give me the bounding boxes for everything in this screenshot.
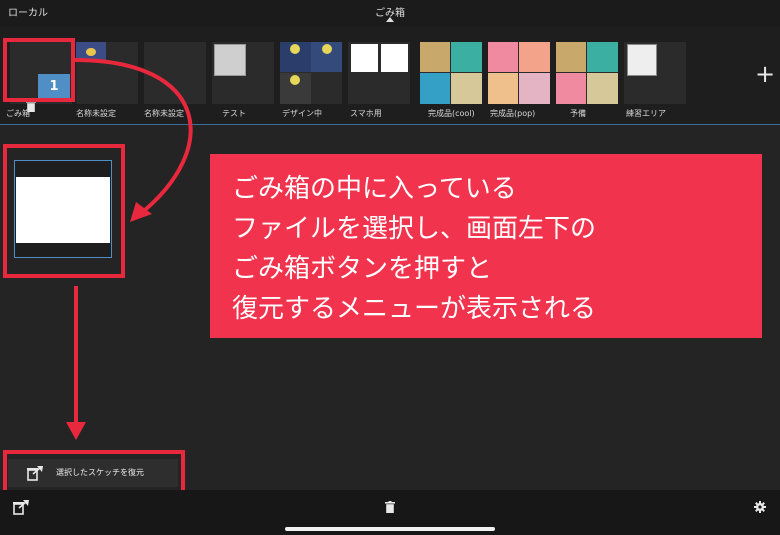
annotation-arrowhead	[66, 422, 86, 440]
callout-line: ファイルを選択し、画面左下の	[232, 214, 597, 244]
callout-line: ごみ箱ボタンを押すと	[232, 254, 493, 284]
trash-icon[interactable]	[385, 501, 395, 513]
annotation-arrow-curved	[74, 58, 193, 216]
restore-icon	[27, 466, 43, 481]
gear-icon[interactable]	[754, 501, 766, 513]
annotation-callout: ごみ箱の中に入っている ファイルを選択し、画面左下の ごみ箱ボタンを押すと 復元…	[210, 154, 762, 338]
home-indicator	[285, 527, 495, 531]
restore-sketch-label: 選択したスケッチを復元	[56, 468, 144, 477]
callout-line: 復元するメニューが表示される	[232, 294, 597, 324]
callout-line: ごみ箱の中に入っている	[232, 174, 517, 204]
restore-icon[interactable]	[12, 499, 30, 515]
restore-sketch-menu-item[interactable]: 選択したスケッチを復元	[8, 459, 178, 487]
